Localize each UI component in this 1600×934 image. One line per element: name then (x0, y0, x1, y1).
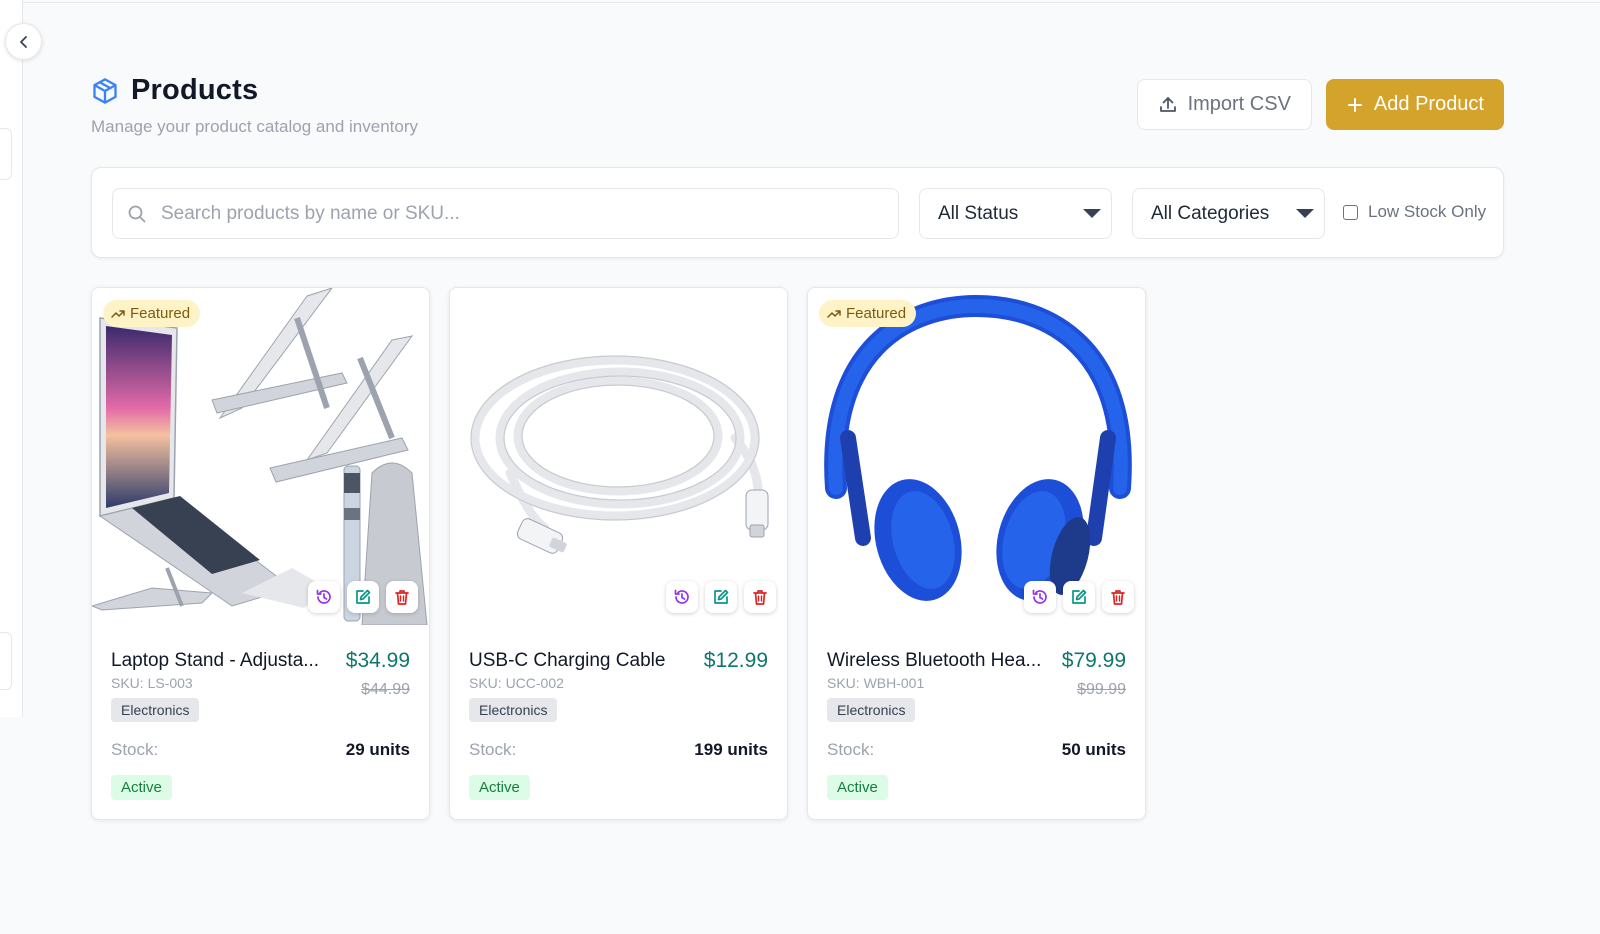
low-stock-checkbox[interactable] (1343, 204, 1358, 220)
chevron-down-icon (1296, 209, 1314, 218)
page-title: Products (131, 74, 259, 106)
edit-icon (356, 589, 371, 604)
featured-badge: Featured (819, 300, 917, 327)
trash-icon (395, 590, 409, 605)
headphones-image (824, 294, 1132, 601)
product-card[interactable]: USB-C Charging Cable $12.99 SKU: UCC-002… (449, 287, 788, 820)
product-price: $79.99 (1061, 649, 1126, 672)
card-actions (308, 581, 418, 613)
product-card[interactable]: Featured (91, 287, 430, 820)
product-sku: SKU: WBH-001 (827, 675, 925, 691)
product-image[interactable] (450, 288, 787, 625)
usb-cable-image (470, 355, 769, 554)
add-product-label: Add Product (1373, 93, 1484, 115)
product-card[interactable]: Featured (807, 287, 1146, 820)
category-badge: Electronics (111, 698, 200, 722)
stock-value: 29 units (345, 740, 410, 759)
stock-value: 199 units (694, 740, 768, 759)
product-sku: SKU: LS-003 (111, 675, 193, 691)
filter-bar: All Status All Categories Low Stock Only (91, 167, 1504, 258)
sidebar-collapse-button[interactable] (5, 23, 42, 60)
delete-button[interactable] (386, 581, 418, 613)
sidebar-tab[interactable] (0, 128, 12, 180)
featured-badge: Featured (103, 300, 201, 327)
status-select[interactable]: All Status (919, 188, 1112, 239)
product-image[interactable]: Featured (808, 288, 1145, 625)
edit-button[interactable] (705, 581, 737, 613)
status-badge: Active (469, 775, 530, 800)
delete-button[interactable] (744, 581, 776, 613)
sidebar-collapsed (0, 0, 23, 717)
history-button[interactable] (1024, 581, 1056, 613)
featured-label: Featured (130, 305, 191, 322)
history-icon (674, 589, 689, 604)
product-old-price: $99.99 (1077, 681, 1126, 698)
edit-button[interactable] (1063, 581, 1095, 613)
upload-icon (1159, 96, 1176, 112)
sidebar-tab[interactable] (0, 632, 12, 690)
product-name[interactable]: USB-C Charging Cable (469, 650, 689, 672)
chevron-left-icon (19, 35, 27, 48)
category-badge: Electronics (469, 698, 558, 722)
history-icon (316, 589, 331, 604)
product-price: $34.99 (345, 649, 410, 672)
chevron-down-icon (1083, 209, 1101, 218)
category-select-value: All Categories (1151, 202, 1270, 224)
history-button[interactable] (308, 581, 340, 613)
product-price: $12.99 (703, 649, 768, 672)
history-button[interactable] (666, 581, 698, 613)
status-select-value: All Status (938, 202, 1019, 224)
stock-label: Stock: (111, 740, 159, 759)
plus-icon (1347, 97, 1362, 112)
low-stock-filter[interactable]: Low Stock Only (1343, 202, 1486, 222)
product-name[interactable]: Laptop Stand - Adjusta... (111, 650, 331, 672)
add-product-button[interactable]: Add Product (1325, 79, 1504, 130)
trending-up-icon (111, 309, 125, 318)
cube-icon (93, 77, 117, 104)
category-select[interactable]: All Categories (1132, 188, 1325, 239)
product-sku: SKU: UCC-002 (469, 675, 564, 691)
status-badge: Active (827, 775, 888, 800)
card-actions (666, 581, 776, 613)
featured-label: Featured (846, 305, 907, 322)
search-box[interactable] (112, 188, 899, 239)
status-badge: Active (111, 775, 172, 800)
delete-button[interactable] (1102, 581, 1134, 613)
search-icon (128, 205, 146, 222)
stock-value: 50 units (1061, 740, 1126, 759)
page-header: Products Manage your product catalog and… (91, 74, 1504, 144)
top-divider (22, 2, 1600, 3)
product-name[interactable]: Wireless Bluetooth Hea... (827, 650, 1047, 672)
product-old-price: $44.99 (361, 681, 410, 698)
edit-button[interactable] (347, 581, 379, 613)
import-csv-button[interactable]: Import CSV (1136, 79, 1312, 130)
laptop-stand-image (92, 288, 428, 625)
trash-icon (753, 590, 767, 605)
stock-label: Stock: (827, 740, 875, 759)
history-icon (1032, 589, 1047, 604)
trending-up-icon (827, 309, 841, 318)
trash-icon (1111, 590, 1125, 605)
card-actions (1024, 581, 1134, 613)
edit-icon (714, 589, 729, 604)
product-image[interactable]: Featured (92, 288, 429, 625)
search-input[interactable] (161, 202, 898, 225)
edit-icon (1072, 589, 1087, 604)
low-stock-label: Low Stock Only (1368, 202, 1487, 221)
category-badge: Electronics (827, 698, 916, 722)
import-csv-label: Import CSV (1187, 93, 1291, 115)
stock-label: Stock: (469, 740, 517, 759)
